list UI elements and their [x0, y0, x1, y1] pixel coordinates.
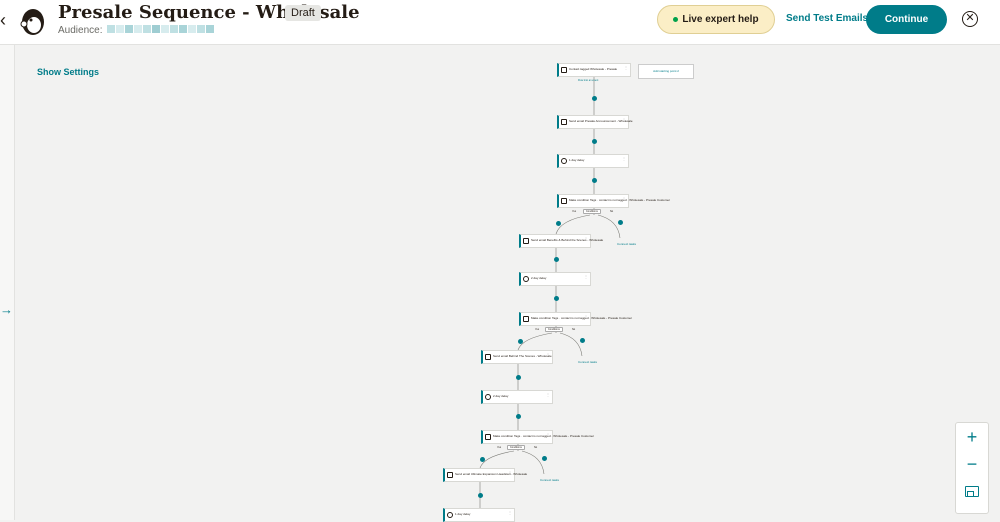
add-step-node[interactable] [591, 139, 597, 144]
step-card-condition[interactable]: Make condition Tags · contact is not tag… [481, 430, 594, 444]
step-card-condition[interactable]: Make condition Tags · contact is not tag… [519, 312, 632, 326]
add-step-node[interactable] [591, 96, 597, 101]
step-text: 2 day delay [531, 276, 547, 280]
add-step-node[interactable] [591, 178, 597, 183]
email-icon [561, 119, 567, 125]
add-step-node[interactable] [617, 220, 623, 225]
connect-tasks-link[interactable]: Connect tasks [540, 478, 559, 482]
conditions-pill[interactable]: Conditions [545, 327, 563, 332]
step-card-delay[interactable]: 1 day delay ⋮ [557, 154, 629, 168]
zoom-in-icon[interactable]: + [956, 427, 988, 448]
clock-icon [485, 394, 491, 400]
add-starting-point-button[interactable]: Add starting point 2 [638, 64, 694, 79]
step-card-condition[interactable]: Make condition Tags · contact is not tag… [557, 194, 670, 208]
fit-to-screen-icon[interactable] [965, 486, 979, 497]
add-step-node[interactable] [553, 296, 559, 301]
email-icon [447, 472, 453, 478]
clock-icon [447, 512, 453, 518]
add-step-node[interactable] [579, 338, 585, 343]
email-icon [485, 354, 491, 360]
connect-tasks-link[interactable]: Connect tasks [578, 360, 597, 364]
kebab-menu-icon[interactable]: ⋮ [584, 236, 588, 241]
step-text: Send email Ultimate Expansion Headstart … [455, 472, 528, 476]
kebab-menu-icon[interactable]: ⋮ [622, 117, 626, 122]
yes-label: Yes [572, 210, 577, 213]
kebab-menu-icon[interactable]: ⋮ [584, 314, 588, 319]
add-step-node[interactable] [515, 414, 521, 419]
step-text: Send email Benefits & Behind the Scenes … [531, 238, 604, 242]
step-card-delay[interactable]: 2 day delay ⋮ [481, 390, 553, 404]
step-text: Make condition Tags · contact is not tag… [569, 198, 670, 202]
trigger-icon [561, 67, 567, 73]
add-step-node[interactable] [477, 493, 483, 498]
kebab-menu-icon[interactable]: ⋮ [546, 352, 550, 357]
conditions-pill[interactable]: Conditions [583, 209, 601, 214]
add-step-node[interactable] [515, 375, 521, 380]
add-step-node[interactable] [541, 456, 547, 461]
kebab-menu-icon[interactable]: ⋮ [546, 432, 550, 437]
kebab-menu-icon[interactable]: ⋮ [624, 65, 628, 70]
no-label: No [572, 328, 576, 331]
yes-label: Yes [535, 328, 540, 331]
zoom-out-icon[interactable]: − [956, 454, 988, 475]
add-step-node[interactable] [479, 457, 485, 462]
email-icon [523, 238, 529, 244]
connect-tasks-link[interactable]: Connect tasks [617, 242, 636, 246]
kebab-menu-icon[interactable]: ⋮ [508, 470, 512, 475]
clock-icon [561, 158, 567, 164]
step-card-email[interactable]: Send email Benefits & Behind the Scenes … [519, 234, 603, 248]
step-text: 1 day delay [569, 158, 585, 162]
step-text: 1 day delay [455, 512, 471, 516]
step-text: Make condition Tags · contact is not tag… [531, 316, 632, 320]
flow-into-link[interactable]: Flow into an event [578, 79, 598, 82]
yes-label: Yes [497, 446, 502, 449]
step-card-delay[interactable]: 2 day delay ⋮ [519, 272, 591, 286]
step-text: 2 day delay [493, 394, 509, 398]
step-text: Send email Behind The Scenes - Wholesale [493, 354, 552, 358]
trigger-text: Contact tagged Wholesale - Presale [569, 67, 618, 71]
kebab-menu-icon[interactable]: ⋮ [546, 392, 550, 397]
add-step-node[interactable] [555, 221, 561, 226]
step-text: Make condition Tags · contact is not tag… [493, 434, 594, 438]
step-card-email[interactable]: Send email Ultimate Expansion Headstart … [443, 468, 527, 482]
conditions-pill[interactable]: Conditions [507, 445, 525, 450]
add-step-node[interactable] [517, 339, 523, 344]
kebab-menu-icon[interactable]: ⋮ [508, 510, 512, 515]
clock-icon [523, 276, 529, 282]
step-card-email[interactable]: Send email Presale Announcement - Wholes… [557, 115, 633, 129]
kebab-menu-icon[interactable]: ⋮ [622, 156, 626, 161]
no-label: No [610, 210, 614, 213]
kebab-menu-icon[interactable]: ⋮ [622, 196, 626, 201]
step-card-email[interactable]: Send email Behind The Scenes - Wholesale… [481, 350, 553, 364]
branch-icon [485, 434, 491, 440]
branch-icon [523, 316, 529, 322]
no-label: No [534, 446, 538, 449]
add-step-node[interactable] [553, 257, 559, 262]
trigger-card[interactable]: Contact tagged Wholesale - Presale ⋮ [557, 63, 631, 77]
branch-icon [561, 198, 567, 204]
zoom-controls: + − [955, 422, 989, 514]
kebab-menu-icon[interactable]: ⋮ [584, 274, 588, 279]
